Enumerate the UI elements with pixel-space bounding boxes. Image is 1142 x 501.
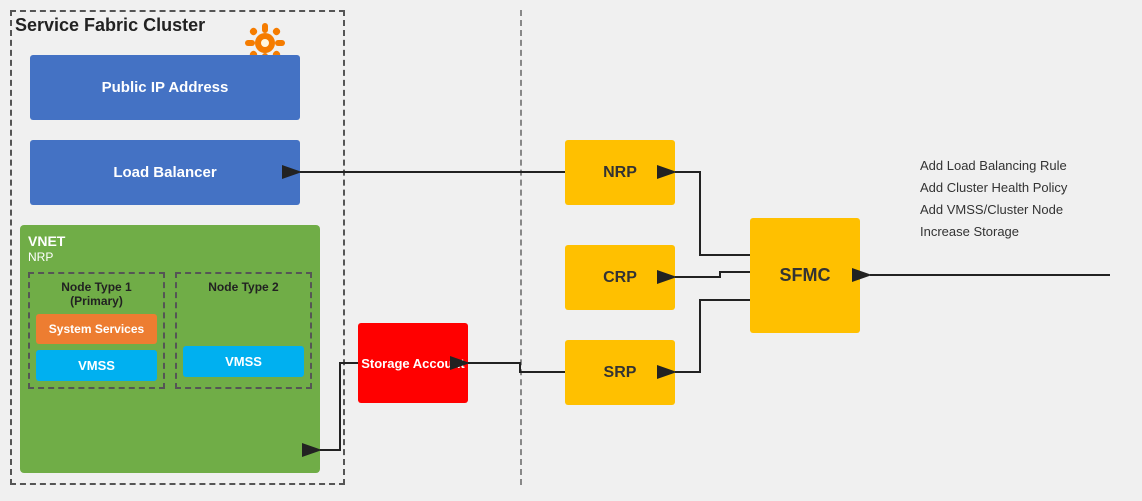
node-types-row: Node Type 1 (Primary) System Services VM… bbox=[28, 272, 312, 389]
vnet-subtitle: NRP bbox=[28, 250, 312, 264]
side-text: Add Load Balancing Rule Add Cluster Heal… bbox=[920, 155, 1067, 243]
sfmc-box: SFMC bbox=[750, 218, 860, 333]
node-type-2-box: Node Type 2 VMSS bbox=[175, 272, 312, 389]
diagram-container: Service Fabric Cluster Public IP Address bbox=[0, 0, 1142, 501]
public-ip-box: Public IP Address bbox=[30, 55, 300, 120]
node-type-1-title: Node Type 1 (Primary) bbox=[36, 280, 157, 308]
load-balancer-box: Load Balancer bbox=[30, 140, 300, 205]
sf-cluster-title: Service Fabric Cluster bbox=[15, 15, 205, 36]
vmss-box-1: VMSS bbox=[36, 350, 157, 381]
node-type-2-title: Node Type 2 bbox=[183, 280, 304, 294]
srp-box: SRP bbox=[565, 340, 675, 405]
storage-account-box: Storage Account bbox=[358, 323, 468, 403]
crp-box: CRP bbox=[565, 245, 675, 310]
side-text-line1: Add Load Balancing Rule bbox=[920, 155, 1067, 177]
vnet-title: VNET bbox=[28, 233, 312, 250]
side-text-line2: Add Cluster Health Policy bbox=[920, 177, 1067, 199]
side-text-line4: Increase Storage bbox=[920, 221, 1067, 243]
vmss-box-2: VMSS bbox=[183, 346, 304, 377]
system-services-box: System Services bbox=[36, 314, 157, 344]
node-type-1-box: Node Type 1 (Primary) System Services VM… bbox=[28, 272, 165, 389]
side-text-line3: Add VMSS/Cluster Node bbox=[920, 199, 1067, 221]
nrp-box: NRP bbox=[565, 140, 675, 205]
vnet-box: VNET NRP Node Type 1 (Primary) System Se… bbox=[20, 225, 320, 473]
divider-vertical bbox=[520, 10, 522, 485]
